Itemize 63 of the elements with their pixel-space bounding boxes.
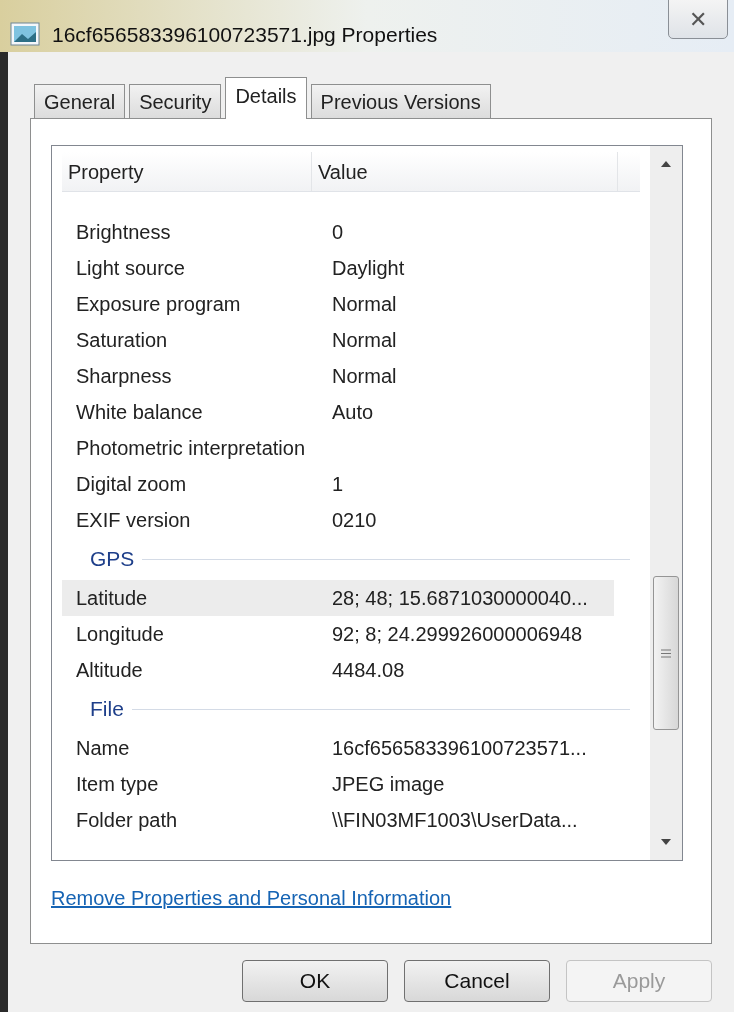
property-value: 4484.08	[332, 658, 405, 683]
property-value: \\FIN03MF1003\UserData...	[332, 808, 578, 833]
scrollbar[interactable]	[650, 146, 682, 860]
dialog-button[interactable]: Cancel	[404, 960, 550, 1002]
property-value: JPEG image	[332, 772, 445, 797]
grip-icon	[661, 648, 671, 658]
property-value: 0	[332, 220, 344, 245]
property-row[interactable]: Sharpness Normal	[62, 358, 614, 394]
property-row[interactable]: Longitude 92; 8; 24.299926000006948	[62, 616, 614, 652]
property-row[interactable]: Saturation Normal	[62, 322, 614, 358]
property-name: Longitude	[76, 622, 165, 647]
property-row[interactable]: Photometric interpretation	[62, 430, 614, 466]
remove-properties-link[interactable]: Remove Properties and Personal Information	[51, 883, 452, 913]
property-name: Saturation	[76, 328, 169, 353]
property-name: Item type	[76, 772, 160, 797]
property-value: 1	[332, 472, 344, 497]
property-value: 92; 8; 24.299926000006948	[332, 622, 583, 647]
property-name: Sharpness	[76, 364, 173, 389]
property-value: 0210	[332, 508, 377, 533]
property-row[interactable]: Name 16cf656583396100723571...	[62, 730, 614, 766]
property-row[interactable]: Light source Daylight	[62, 250, 614, 286]
property-name: Latitude	[76, 586, 149, 611]
tab[interactable]: General	[34, 84, 126, 118]
property-row[interactable]: Altitude 4484.08	[62, 652, 614, 688]
tab[interactable]: Previous Versions	[310, 84, 491, 118]
property-row[interactable]: Folder path \\FIN03MF1003\UserData...	[62, 802, 614, 838]
property-name: White balance	[76, 400, 204, 425]
property-name: Exposure program	[76, 292, 242, 317]
scroll-up-icon[interactable]	[660, 160, 672, 168]
property-row[interactable]: EXIF version 0210	[62, 502, 614, 538]
property-row[interactable]: White balance Auto	[62, 394, 614, 430]
property-name: Photometric interpretation	[76, 436, 306, 461]
property-name: Digital zoom	[76, 472, 188, 497]
column-header[interactable]: Value	[312, 152, 618, 191]
property-value: Daylight	[332, 256, 405, 281]
property-row[interactable]: Latitude 28; 48; 15.6871030000040...	[62, 580, 614, 616]
tab[interactable]: Details	[225, 77, 307, 119]
property-name: EXIF version	[76, 508, 192, 533]
scroll-down-icon[interactable]	[660, 838, 672, 846]
group-header: File	[90, 696, 124, 723]
image-file-icon	[10, 22, 40, 46]
property-row[interactable]: Exposure program Normal	[62, 286, 614, 322]
property-value: Normal	[332, 292, 397, 317]
property-name: Altitude	[76, 658, 144, 683]
group-header: GPS	[90, 546, 135, 573]
property-value: 16cf656583396100723571...	[332, 736, 587, 761]
dialog-button[interactable]: OK	[242, 960, 388, 1002]
property-value: 28; 48; 15.6871030000040...	[332, 586, 588, 611]
column-header[interactable]: Property	[62, 152, 312, 191]
property-value: Normal	[332, 328, 397, 353]
property-row[interactable]: Item type JPEG image	[62, 766, 614, 802]
property-name: Brightness	[76, 220, 172, 245]
property-row[interactable]: Digital zoom 1	[62, 466, 614, 502]
property-name: Light source	[76, 256, 186, 281]
close-button[interactable]: ✕	[668, 0, 728, 39]
scroll-thumb[interactable]	[653, 576, 679, 730]
property-name: Folder path	[76, 808, 179, 833]
property-name: Name	[76, 736, 131, 761]
tab[interactable]: Security	[129, 84, 222, 118]
window-title: 16cf656583396100723571.jpg Properties	[52, 22, 438, 48]
property-value: Normal	[332, 364, 397, 389]
property-row[interactable]: Brightness 0	[62, 214, 614, 250]
property-value: Auto	[332, 400, 374, 425]
